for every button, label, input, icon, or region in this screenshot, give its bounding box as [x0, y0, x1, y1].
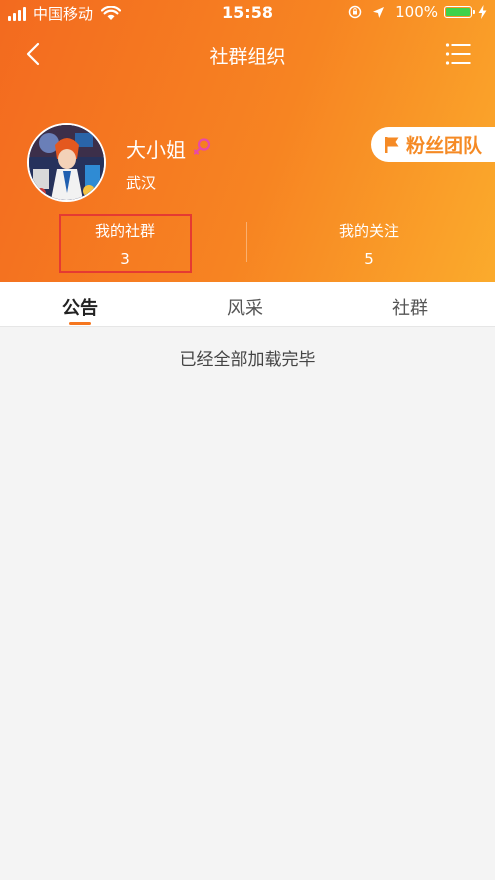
status-right: 100%: [348, 3, 487, 21]
tab-communities[interactable]: 社群: [360, 294, 460, 320]
charging-icon: [478, 5, 487, 19]
stat-my-following[interactable]: 我的关注 5: [304, 220, 434, 268]
battery-icon: [444, 6, 475, 18]
orientation-lock-icon: [348, 5, 362, 19]
user-city: 武汉: [126, 174, 157, 192]
tab-announcements[interactable]: 公告: [30, 294, 130, 320]
load-complete-message: 已经全部加载完毕: [179, 350, 316, 370]
location-icon: [373, 6, 385, 18]
stat-divider: [246, 222, 247, 262]
tab-bar: 公告 风采 社群: [0, 282, 495, 327]
avatar-image: [29, 125, 104, 200]
battery-percent: 100%: [395, 3, 438, 21]
fans-team-label: 粉丝团队: [406, 135, 483, 157]
navbar: 社群组织: [0, 28, 495, 80]
female-gender-icon: [193, 138, 211, 155]
flag-icon: [385, 136, 399, 153]
tab-showcase[interactable]: 风采: [195, 294, 295, 320]
page-title: 社群组织: [209, 46, 286, 68]
status-bar: 中国移动 15:58 100%: [0, 0, 495, 26]
fans-team-button[interactable]: 粉丝团队: [371, 127, 495, 162]
stat-label: 我的关注: [338, 222, 399, 240]
tab-active-indicator: [69, 322, 91, 325]
highlight-box: [59, 214, 192, 273]
stat-value: 5: [364, 250, 374, 268]
user-name: 大小姐: [126, 138, 186, 162]
menu-list-icon[interactable]: [445, 42, 471, 66]
avatar[interactable]: [27, 123, 106, 202]
profile-header: 中国移动 15:58 100% 社群组织 大小姐 武汉 粉丝团队 我的社群 3 …: [0, 0, 495, 282]
